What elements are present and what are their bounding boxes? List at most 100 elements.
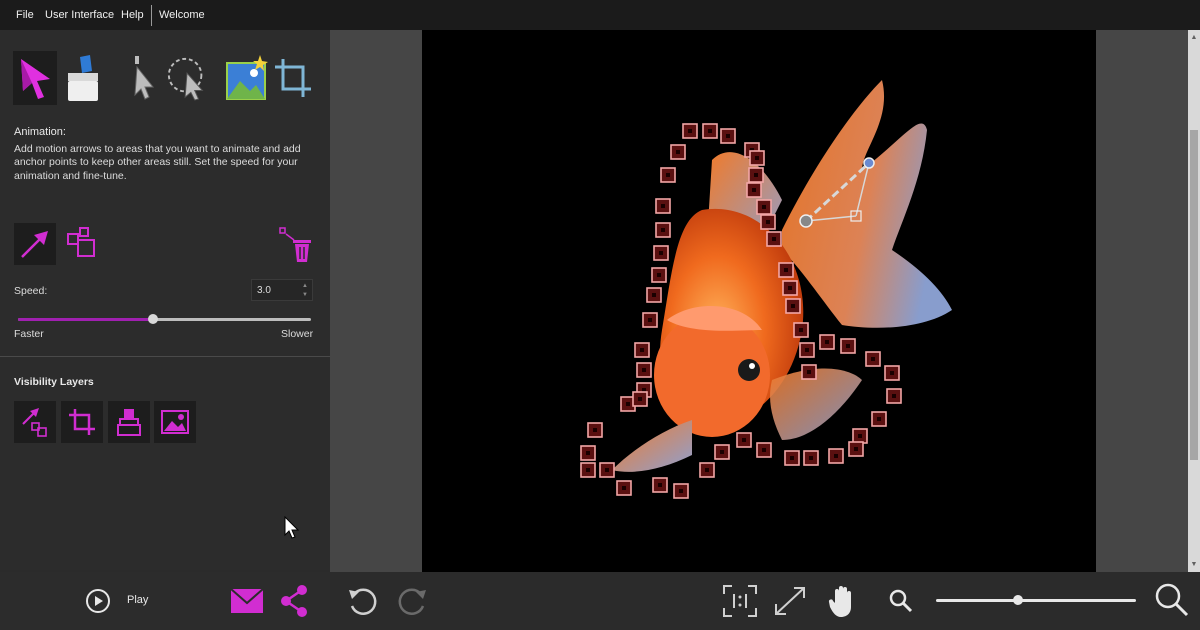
anchor-point[interactable] [636,362,652,378]
anchor-point[interactable] [682,123,698,139]
crop-icon [275,59,311,97]
visibility-image-layer-button[interactable] [154,401,196,443]
anchor-point[interactable] [782,280,798,296]
menu-welcome[interactable]: Welcome [159,9,205,21]
menu-file[interactable]: File [16,9,34,21]
anchor-point[interactable] [673,483,689,499]
pan-button[interactable] [826,582,858,620]
vertical-scrollbar[interactable]: ▲ ▼ [1188,30,1200,572]
visibility-motion-layer-button[interactable] [14,401,56,443]
zoom-slider-handle[interactable] [1013,595,1023,605]
speed-slider[interactable] [18,314,311,324]
anchor-point[interactable] [756,442,772,458]
speed-value: 3.0 [257,285,271,296]
menu-help[interactable]: Help [121,9,144,21]
anchor-point[interactable] [652,477,668,493]
share-button[interactable] [278,584,310,618]
anchor-point[interactable] [871,411,887,427]
anchor-point[interactable] [632,391,648,407]
zoom-out-button[interactable] [888,588,914,614]
anchor-point[interactable] [714,444,730,460]
anchor-point[interactable] [760,214,776,230]
anchor-point[interactable] [886,388,902,404]
anchor-point[interactable] [655,222,671,238]
visibility-layers-title: Visibility Layers [14,376,94,388]
anchor-point[interactable] [699,462,715,478]
speed-down-arrow-icon[interactable]: ▼ [302,292,308,298]
anchor-point[interactable] [670,144,686,160]
canvas-area[interactable] [330,30,1188,572]
anchor-point[interactable] [580,462,596,478]
anchor-point[interactable] [642,312,658,328]
pointer-tool-button[interactable] [120,51,164,105]
scroll-down-arrow-icon[interactable]: ▼ [1188,561,1200,568]
anchor-point[interactable] [655,198,671,214]
anchor-point[interactable] [580,445,596,461]
anchor-point[interactable] [784,450,800,466]
anchor-point[interactable] [660,167,676,183]
anchor-point[interactable] [749,150,765,166]
anchor-point[interactable] [720,128,736,144]
fit-to-screen-button[interactable] [772,584,808,618]
image-canvas[interactable] [422,30,1096,572]
speed-up-arrow-icon[interactable]: ▲ [302,283,308,289]
anchor-point[interactable] [702,123,718,139]
faster-label: Faster [14,328,44,340]
anchor-point[interactable] [803,450,819,466]
anchor-point[interactable] [616,480,632,496]
slower-label: Slower [281,328,314,340]
visibility-eraser-layer-button[interactable] [108,401,150,443]
undo-button[interactable] [345,584,379,618]
anchor-point[interactable] [801,364,817,380]
anchor-point[interactable] [651,267,667,283]
anchor-point[interactable] [828,448,844,464]
menu-user-interface[interactable]: User Interface [45,9,114,21]
anchor-point[interactable] [840,338,856,354]
anchor-point[interactable] [793,322,809,338]
redo-button[interactable] [396,584,430,618]
eraser-icon [68,55,98,101]
play-label[interactable]: Play [127,594,148,606]
anchor-point[interactable] [799,342,815,358]
speed-input[interactable]: 3.0 ▲ ▼ [251,279,313,301]
play-button[interactable] [85,588,111,614]
anchor-point[interactable] [736,432,752,448]
visibility-crop-layer-button[interactable] [61,401,103,443]
bottom-toolbar: Play [0,572,1200,630]
anchor-point[interactable] [746,182,762,198]
speed-slider-handle[interactable] [147,314,158,324]
actual-size-button[interactable] [722,584,758,618]
scrollbar-thumb[interactable] [1190,130,1198,460]
speed-slider-fill [18,318,153,321]
lasso-select-tool-button[interactable] [166,51,210,105]
anchor-point[interactable] [634,342,650,358]
zoom-in-button[interactable] [1154,582,1190,618]
anchor-point[interactable] [865,351,881,367]
anchor-point[interactable] [848,441,864,457]
anchor-point[interactable] [756,199,772,215]
anchor-point[interactable] [653,245,669,261]
animate-arrow-tool-button[interactable] [13,51,57,105]
anchor-point[interactable] [748,167,764,183]
zoom-slider[interactable] [936,595,1136,605]
anchor-point-button[interactable] [61,223,103,265]
eraser-tool-button[interactable] [60,51,104,105]
scroll-up-arrow-icon[interactable]: ▲ [1188,34,1200,41]
image-tool-button[interactable] [224,51,268,105]
anchor-point[interactable] [785,298,801,314]
undo-icon [349,588,377,615]
anchor-point[interactable] [766,231,782,247]
motion-arrow-button[interactable] [14,223,56,265]
pointer-icon [134,56,155,100]
anchor-point[interactable] [599,462,615,478]
delete-anchors-button[interactable] [274,224,316,266]
anchor-point[interactable] [884,365,900,381]
email-button[interactable] [230,586,264,616]
anchor-point[interactable] [778,262,794,278]
anchor-point[interactable] [646,287,662,303]
crop-tool-button[interactable] [271,51,315,105]
anchor-points-icon [67,227,95,257]
anchor-point[interactable] [587,422,603,438]
anchor-point[interactable] [852,428,868,444]
anchor-point[interactable] [819,334,835,350]
